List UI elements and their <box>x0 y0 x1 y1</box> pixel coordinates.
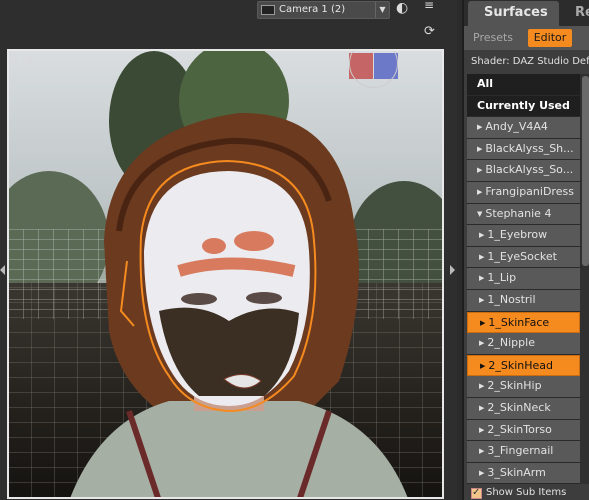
surface-item-label: 1_EyeSocket <box>487 249 557 263</box>
surface-item-label: Andy_V4A4 <box>485 120 548 134</box>
collapsed-arrow-icon[interactable]: ▶ <box>479 441 484 461</box>
surface-item-label: Stephanie 4 <box>485 206 552 220</box>
collapsed-arrow-icon[interactable]: ▶ <box>479 247 484 267</box>
tab-editor[interactable]: Editor <box>528 29 572 47</box>
surface-group[interactable]: ▶ FrangipaniDress <box>467 181 580 204</box>
shader-label: Shader: DAZ Studio Default <box>471 56 589 67</box>
3d-viewport[interactable]: 1 : 1 <box>7 49 444 499</box>
collapsed-arrow-icon[interactable]: ▶ <box>477 117 482 137</box>
surface-tree: All Currently Used ▶ Andy_V4A4 ▶ BlackAlyss_S… <box>467 74 580 484</box>
left-arrow-icon[interactable] <box>0 265 5 275</box>
surface-item-label: 2_SkinHip <box>487 379 542 393</box>
scrollbar-thumb[interactable] <box>582 76 589 266</box>
surface-item[interactable]: ▶ 2_SkinTorso <box>467 419 580 442</box>
orbit-icon[interactable]: ⟳ <box>424 24 435 39</box>
show-sub-items-label: Show Sub Items <box>486 487 567 498</box>
surface-item-label: 3_Fingernail <box>487 444 554 458</box>
surface-item[interactable]: ▶ 2_SkinHip <box>467 376 580 398</box>
surface-item[interactable]: ▶ 2_Nipple <box>467 333 580 355</box>
scrollbar[interactable] <box>580 74 589 484</box>
panel-tabs: Surfaces Re <box>464 0 589 26</box>
surface-item[interactable]: ▶ 3_Fingernail <box>467 441 580 463</box>
collapsed-arrow-icon[interactable]: ▶ <box>479 420 484 440</box>
camera-dropdown[interactable]: Camera 1 (2) ▼ <box>257 1 390 19</box>
surface-item[interactable]: ▶ 2_SkinNeck <box>467 397 580 420</box>
right-arrow-icon[interactable] <box>450 265 455 275</box>
surface-group[interactable]: ▼ Stephanie 4 <box>467 203 580 226</box>
surface-item-label: 1_SkinFace <box>488 315 550 329</box>
app-window: Camera 1 (2) ▼ ◐ ≡ ⟳ ✥ ⌕ ⛶ ⌂ <box>0 0 589 500</box>
surface-item-label: All <box>477 77 494 90</box>
surface-item[interactable]: ▶ 1_SkinFace <box>467 311 580 334</box>
collapsed-arrow-icon[interactable]: ▶ <box>477 139 482 159</box>
surface-item-label: 2_SkinHead <box>488 358 554 372</box>
surface-filter-item[interactable]: Currently Used <box>467 95 580 118</box>
panel-subtabs: Presets Editor <box>464 26 589 50</box>
surfaces-panel: Surfaces Re Presets Editor Shader: DAZ S… <box>462 0 589 500</box>
collapsed-arrow-icon[interactable]: ▶ <box>479 463 484 483</box>
collapsed-arrow-icon[interactable]: ▶ <box>479 268 484 288</box>
surface-item-label: BlackAlyss_So... <box>485 163 574 177</box>
surface-item-label: FrangipaniDress <box>485 184 574 198</box>
viewport-ratio-label: 1 : 1 <box>13 55 34 65</box>
viewport-toolbar: Camera 1 (2) ▼ ◐ ≡ <box>0 0 457 22</box>
surface-item-label: BlackAlyss_Sh... <box>485 141 574 155</box>
collapsed-arrow-icon[interactable]: ▶ <box>479 290 484 310</box>
surface-item-label: 2_Nipple <box>487 336 535 350</box>
scene-render <box>9 51 442 497</box>
surface-item-label: 3_SkinArm <box>487 465 546 479</box>
show-sub-items-option[interactable]: Show Sub Items <box>471 486 566 500</box>
surface-item-label: Currently Used <box>477 98 570 112</box>
collapsed-arrow-icon[interactable]: ▶ <box>479 225 484 245</box>
collapsed-arrow-icon[interactable]: ▶ <box>480 313 485 333</box>
surface-item[interactable]: ▶ 3_SkinArm <box>467 462 580 484</box>
surface-group[interactable]: ▶ BlackAlyss_Sh... <box>467 138 580 161</box>
surface-item-label: 2_SkinNeck <box>487 400 551 414</box>
camera-dropdown-label: Camera 1 (2) <box>279 4 346 15</box>
show-sub-items-checkbox[interactable] <box>471 486 482 500</box>
surface-item-label: 1_Eyebrow <box>487 228 548 242</box>
viewport-menu-icon[interactable]: ≡ <box>424 0 434 12</box>
viewport-area: Camera 1 (2) ▼ ◐ ≡ ⟳ ✥ ⌕ ⛶ ⌂ <box>0 0 457 500</box>
tab-presets[interactable]: Presets <box>473 29 513 47</box>
tab-secondary[interactable]: Re <box>561 1 589 26</box>
figure-render <box>70 112 408 497</box>
collapsed-arrow-icon[interactable]: ▶ <box>479 333 484 353</box>
camera-icon <box>261 5 275 15</box>
draw-style-icon[interactable]: ◐ <box>396 0 408 16</box>
tab-surfaces[interactable]: Surfaces <box>468 1 559 26</box>
surface-filter-item[interactable]: All <box>467 74 580 96</box>
chevron-down-icon[interactable]: ▼ <box>375 2 389 18</box>
collapsed-arrow-icon[interactable]: ▶ <box>477 160 482 180</box>
surface-group[interactable]: ▶ BlackAlyss_So... <box>467 160 580 182</box>
surface-item[interactable]: ▶ 1_Nostril <box>467 289 580 312</box>
surface-item-label: 1_Lip <box>487 271 517 285</box>
surface-item-label: 1_Nostril <box>487 292 536 306</box>
collapsed-arrow-icon[interactable]: ▶ <box>479 398 484 418</box>
surface-group[interactable]: ▶ Andy_V4A4 <box>467 117 580 139</box>
surface-item[interactable]: ▶ 1_Eyebrow <box>467 225 580 247</box>
collapsed-arrow-icon[interactable]: ▶ <box>479 376 484 396</box>
view-cube-icon[interactable] <box>349 51 401 91</box>
expanded-arrow-icon[interactable]: ▼ <box>477 204 482 224</box>
surface-item[interactable]: ▶ 1_EyeSocket <box>467 246 580 269</box>
surface-item[interactable]: ▶ 2_SkinHead <box>467 354 580 377</box>
collapsed-arrow-icon[interactable]: ▶ <box>477 182 482 202</box>
surface-item[interactable]: ▶ 1_Lip <box>467 268 580 290</box>
surface-item-label: 2_SkinTorso <box>487 422 552 436</box>
collapsed-arrow-icon[interactable]: ▶ <box>480 356 485 376</box>
